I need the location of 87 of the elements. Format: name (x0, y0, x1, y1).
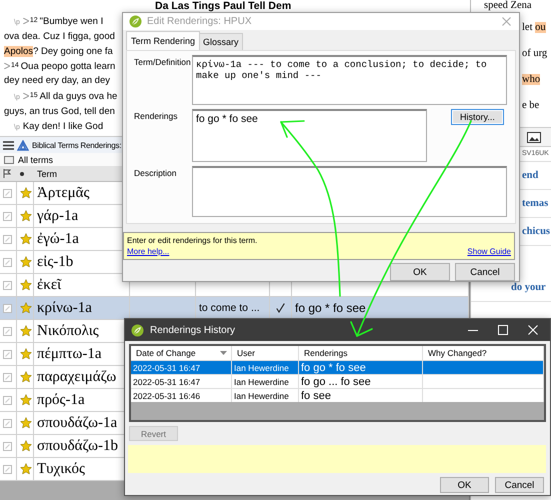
filter-icon[interactable] (4, 156, 14, 164)
star-icon (20, 210, 32, 222)
show-guide-link[interactable]: Show Guide (467, 247, 511, 256)
resource-link[interactable]: end (522, 170, 538, 181)
note-icon (3, 372, 12, 382)
menu-icon[interactable] (3, 140, 14, 150)
history-row[interactable]: 2022-05-31 16:46 Ian Hewerdine fo see (131, 388, 544, 402)
note-icon (3, 258, 12, 266)
star-icon (20, 325, 32, 337)
resource-text: of urg (522, 48, 548, 59)
scripture-text: Oua peopo gotta learn (20, 60, 116, 74)
note-icon (3, 212, 12, 220)
column-header[interactable]: Date of Change (136, 348, 196, 358)
column-header[interactable]: Renderings (304, 348, 348, 358)
star-icon (20, 256, 32, 268)
column-header[interactable]: Why Changed? (428, 348, 487, 358)
star-icon (20, 394, 32, 406)
note-icon (3, 188, 12, 198)
renderings-cell: fo go * fo see (295, 301, 366, 315)
section-heading: Da Las Tings Paul Tell Dem (155, 0, 292, 12)
flag-icon (3, 169, 11, 178)
star-icon (20, 463, 32, 475)
description-field[interactable] (192, 166, 507, 217)
maximize-icon[interactable] (498, 325, 508, 335)
scripture-text: Kay den! I like God (22, 120, 104, 134)
tab[interactable]: Term Rendering (126, 30, 200, 50)
leaf-logo-icon (131, 324, 144, 336)
star-icon (20, 187, 32, 199)
note-icon (3, 418, 12, 428)
note-icon (3, 234, 12, 244)
date-cell: 2022-05-31 16:46 (131, 389, 232, 402)
note-icon (3, 396, 12, 404)
dialog-button[interactable]: OK (440, 477, 489, 493)
scripture-text: ova dea. Cuz I figga, good (4, 30, 115, 44)
note-icon (3, 280, 12, 290)
picture-icon[interactable] (527, 132, 541, 142)
column-header[interactable]: User (237, 348, 255, 358)
scripture-text: Apolos? Dey going one fa (4, 44, 113, 59)
dot-icon (20, 172, 24, 176)
gloss-cell: to come to ... (199, 302, 260, 314)
dialog-button[interactable]: Cancel (455, 263, 515, 281)
more-help-link[interactable]: More help... (127, 247, 170, 256)
history-row[interactable]: 2022-05-31 16:47 Ian Hewerdine fo go ... fo see (131, 374, 544, 388)
resource-text: let ou (522, 22, 546, 33)
resource-link[interactable]: do your (511, 282, 546, 293)
scripture-text: All da guys ova he (40, 90, 118, 104)
renderings-field[interactable]: fo go * fo see (192, 108, 427, 162)
history-row[interactable]: 2022-05-31 16:47 Ian Hewerdine fo go * fo see (131, 360, 544, 374)
term-row[interactable]: κρίνω-1a to come to ... fo go * fo see (0, 297, 469, 320)
sort-caret-icon (220, 351, 227, 355)
star-icon (20, 371, 32, 383)
help-text: Enter or edit renderings for this term. (127, 236, 258, 245)
user-cell: Ian Hewerdine (232, 389, 299, 402)
comment-field[interactable] (128, 445, 546, 473)
dialog-title: Renderings History (150, 324, 236, 336)
star-icon (20, 279, 32, 291)
resource-text: speed Zena (484, 0, 532, 11)
note-icon (3, 464, 12, 474)
history-button[interactable]: History... (451, 108, 504, 125)
filter-label[interactable]: All terms (18, 154, 54, 164)
triangle-knot-icon (17, 140, 29, 150)
field-label: Renderings (134, 110, 178, 123)
resource-link[interactable]: temas (522, 198, 548, 209)
dialog-button[interactable]: Cancel (495, 477, 544, 493)
field-label: Description (134, 166, 178, 180)
dialog-title: Edit Renderings: HPUX (147, 16, 252, 27)
note-icon (3, 304, 12, 312)
note-icon (3, 442, 12, 450)
note-icon (3, 350, 12, 358)
field-label: Term/Definition (134, 56, 192, 69)
note-icon (3, 326, 12, 336)
star-icon (20, 233, 32, 245)
resource-text: who (522, 74, 540, 85)
dialog-button[interactable]: OK (390, 263, 450, 281)
scripture-text: "Bumbye wen I (40, 15, 104, 30)
tab[interactable]: Glossary (199, 32, 243, 50)
renderings-cell: fo see (299, 389, 423, 402)
star-icon (20, 417, 32, 429)
definition-field[interactable]: κρίνω-1a --- to come to a conclusion; to decide; to make up one's mind --- (192, 54, 507, 105)
resource-link[interactable]: chicus (522, 226, 550, 237)
star-icon (20, 440, 32, 452)
resource-text: e be (522, 100, 540, 111)
panel-title: Biblical Terms Renderings: (32, 140, 122, 150)
star-icon (20, 348, 32, 360)
scripture-text: dey need ery day, an dey (4, 74, 110, 88)
star-icon (20, 302, 32, 314)
scripture-text: guys, an trus God, tell den (4, 105, 115, 120)
